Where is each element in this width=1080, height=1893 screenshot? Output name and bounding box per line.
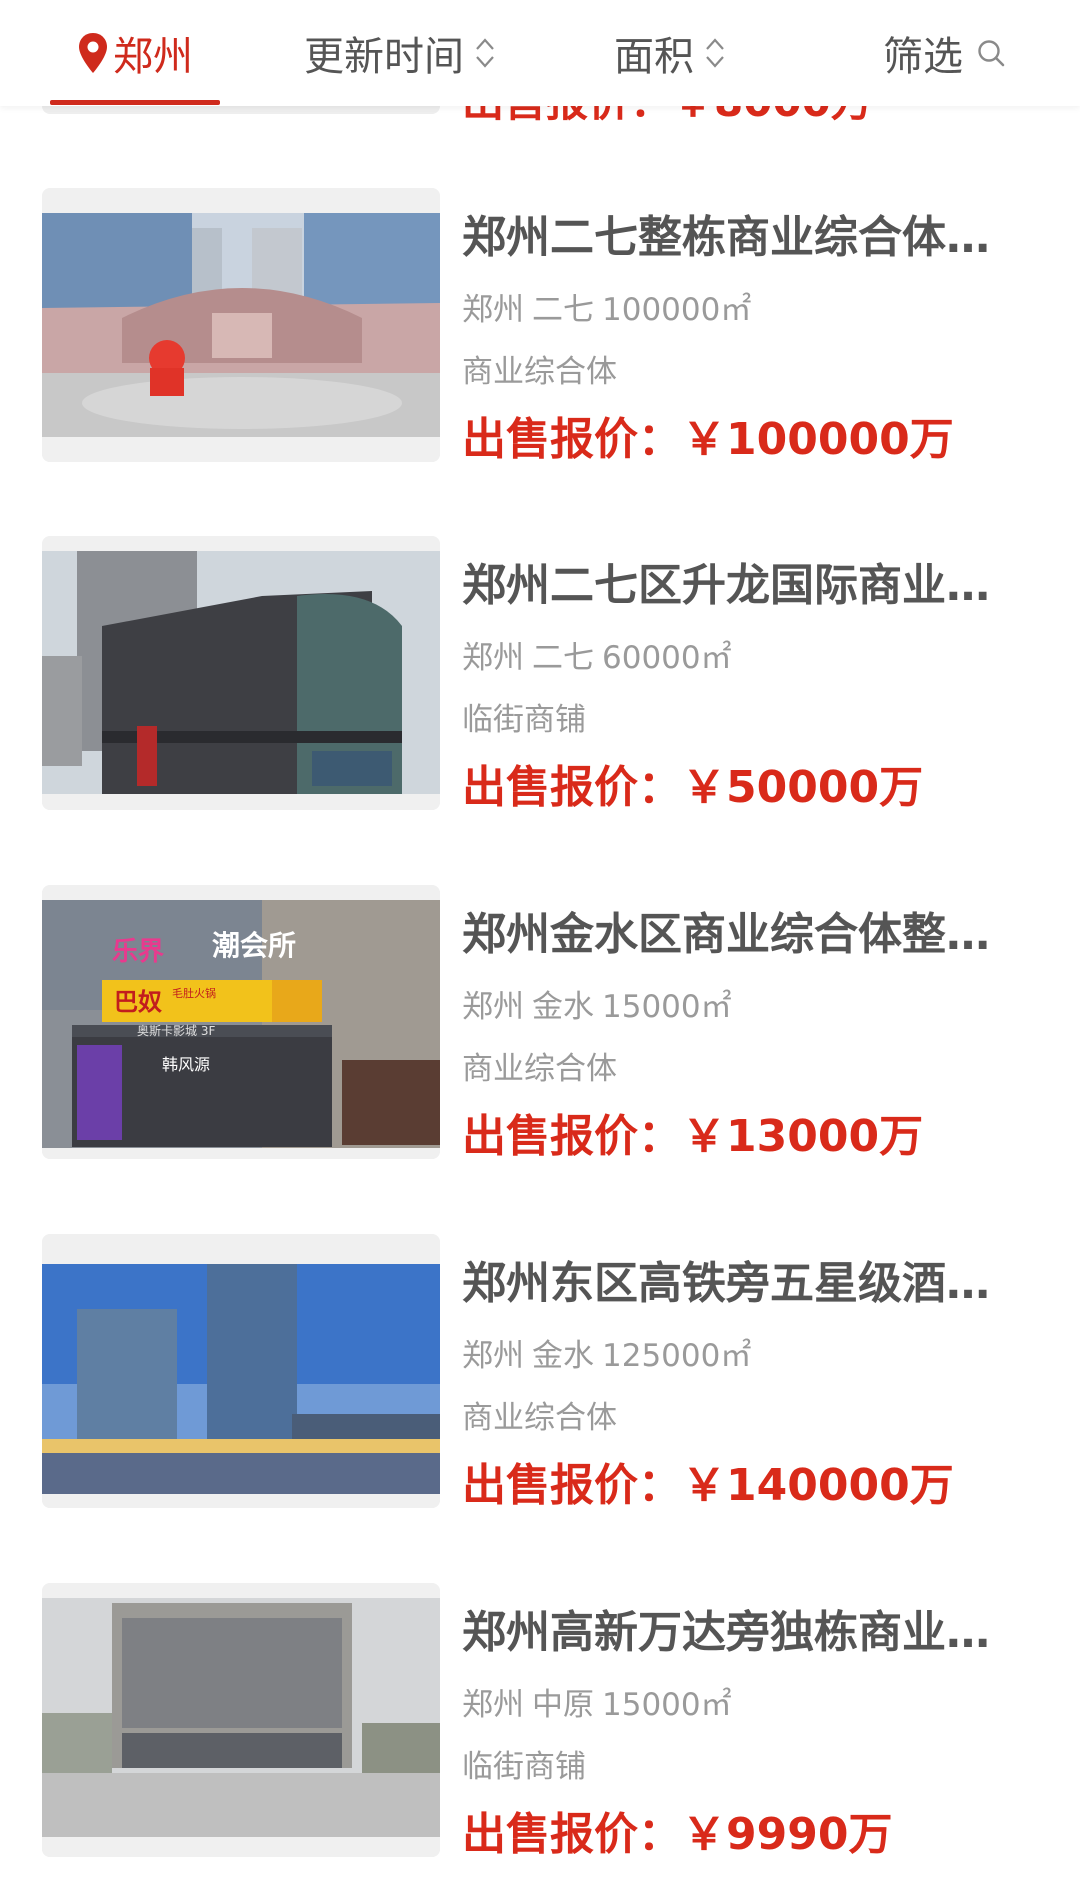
commercial-complex-storefront-photo: 乐界 潮会所 巴奴 毛肚火锅 奥斯卡影城 3F 韩风源 <box>42 885 440 1159</box>
listing-city: 郑州 <box>462 640 524 676</box>
price-value: ￥9990万 <box>682 1809 893 1860</box>
listing-district: 二七 <box>532 292 594 328</box>
search-icon <box>978 40 1005 67</box>
listing-area: 15000㎡ <box>602 1687 732 1723</box>
listing-property-type: 商业综合体 <box>462 354 617 390</box>
sort-toggle-icon <box>476 38 494 68</box>
listing-title: 郑州二七区升龙国际商业… <box>462 560 990 611</box>
listing-title: 郑州二七整栋商业综合体… <box>462 212 990 263</box>
listing-area: 100000㎡ <box>602 292 752 328</box>
listing-area: 15000㎡ <box>602 989 732 1025</box>
listing-card[interactable]: 郑州二七区升龙国际商业… 郑州 二七 60000㎡ 临街商铺 出售报价：￥50000… <box>0 536 1080 816</box>
listing-title: 郑州高新万达旁独栋商业… <box>462 1607 990 1658</box>
listing-card[interactable]: 乐界 潮会所 巴奴 毛肚火锅 奥斯卡影城 3F 韩风源 郑州金水区商业综合体整…… <box>0 885 1080 1165</box>
listing-price: 出售报价：￥140000万 <box>462 1456 954 1516</box>
listing-thumbnail: 乐界 潮会所 巴奴 毛肚火锅 奥斯卡影城 3F 韩风源 <box>42 885 440 1159</box>
price-label: 出售报价： <box>462 1809 682 1860</box>
sign-restaurant-text: 巴奴 <box>114 988 162 1016</box>
price-label: 出售报价： <box>462 1111 682 1162</box>
listing-thumbnail <box>42 1583 440 1857</box>
listing-price: 出售报价：￥13000万 <box>462 1107 923 1167</box>
listing-title: 郑州东区高铁旁五星级酒… <box>462 1258 990 1309</box>
price-value: ￥140000万 <box>682 1460 954 1511</box>
listing-price: 出售报价：￥50000万 <box>462 758 923 818</box>
active-tab-underline <box>50 100 220 105</box>
listing-city: 郑州 <box>462 1338 524 1374</box>
sort-toggle-icon <box>706 38 724 68</box>
listing-card[interactable]: 郑州二七整栋商业综合体… 郑州 二七 100000㎡ 商业综合体 出售报价：￥100… <box>0 188 1080 468</box>
listing-price: 出售报价：￥9990万 <box>462 1805 892 1865</box>
office-building-photo <box>42 1583 440 1857</box>
listing-area: 60000㎡ <box>602 640 732 676</box>
sign-korean-text: 韩风源 <box>162 1055 210 1074</box>
price-label: 出售报价： <box>462 762 682 813</box>
listing-district: 中原 <box>532 1687 594 1723</box>
hotel-towers-photo <box>42 1234 440 1508</box>
sign-cinema-text: 奥斯卡影城 3F <box>137 1024 215 1038</box>
listing-price: 出售报价：￥100000万 <box>462 410 954 470</box>
street-shop-building-photo <box>42 536 440 810</box>
listing-thumbnail <box>42 1234 440 1508</box>
listing-meta: 郑州 二七 60000㎡ <box>462 636 732 680</box>
filter-bar: 郑州 更新时间 面积 筛选 <box>0 0 1080 106</box>
sign-restaurant-sub-text: 毛肚火锅 <box>172 986 216 1000</box>
listing-meta: 郑州 金水 15000㎡ <box>462 985 732 1029</box>
price-value: ￥13000万 <box>682 1111 924 1162</box>
sort-by-area[interactable]: 面积 <box>605 0 735 106</box>
listing-meta: 郑州 二七 100000㎡ <box>462 288 751 332</box>
listing-district: 金水 <box>532 989 594 1025</box>
listing-district: 二七 <box>532 640 594 676</box>
sort-by-update-time[interactable]: 更新时间 <box>290 0 510 106</box>
filter-label: 筛选 <box>883 34 963 80</box>
price-label: 出售报价： <box>462 414 682 465</box>
area-label: 面积 <box>614 34 694 80</box>
city-selector[interactable]: 郑州 <box>50 0 220 106</box>
sign-brand-text: 乐界 <box>112 937 164 967</box>
listing-district: 金水 <box>532 1338 594 1374</box>
listing-city: 郑州 <box>462 1687 524 1723</box>
location-pin-icon <box>79 33 107 73</box>
commercial-plaza-photo <box>42 188 440 462</box>
listing-thumbnail <box>42 188 440 462</box>
listing-page: 出售报价：￥8000万 郑州 更新时间 面积 筛选 <box>0 0 1080 1893</box>
city-label: 郑州 <box>113 34 193 80</box>
listing-card[interactable]: 郑州东区高铁旁五星级酒… 郑州 金水 125000㎡ 商业综合体 出售报价：￥140… <box>0 1234 1080 1514</box>
listing-area: 125000㎡ <box>602 1338 752 1374</box>
listing-meta: 郑州 金水 125000㎡ <box>462 1334 751 1378</box>
listing-title: 郑州金水区商业综合体整… <box>462 909 990 960</box>
listing-card[interactable]: 郑州高新万达旁独栋商业… 郑州 中原 15000㎡ 临街商铺 出售报价：￥9990万 <box>0 1583 1080 1863</box>
price-value: ￥100000万 <box>682 414 954 465</box>
filter-button[interactable]: 筛选 <box>875 0 1015 106</box>
listing-property-type: 临街商铺 <box>462 1749 586 1785</box>
sign-club-text: 潮会所 <box>212 929 296 962</box>
price-label: 出售报价： <box>462 1460 682 1511</box>
listing-property-type: 商业综合体 <box>462 1400 617 1436</box>
listing-city: 郑州 <box>462 989 524 1025</box>
listing-property-type: 商业综合体 <box>462 1051 617 1087</box>
listing-meta: 郑州 中原 15000㎡ <box>462 1683 732 1727</box>
update-time-label: 更新时间 <box>304 34 464 80</box>
listing-thumbnail <box>42 536 440 810</box>
listing-property-type: 临街商铺 <box>462 702 586 738</box>
price-value: ￥50000万 <box>682 762 924 813</box>
listing-city: 郑州 <box>462 292 524 328</box>
